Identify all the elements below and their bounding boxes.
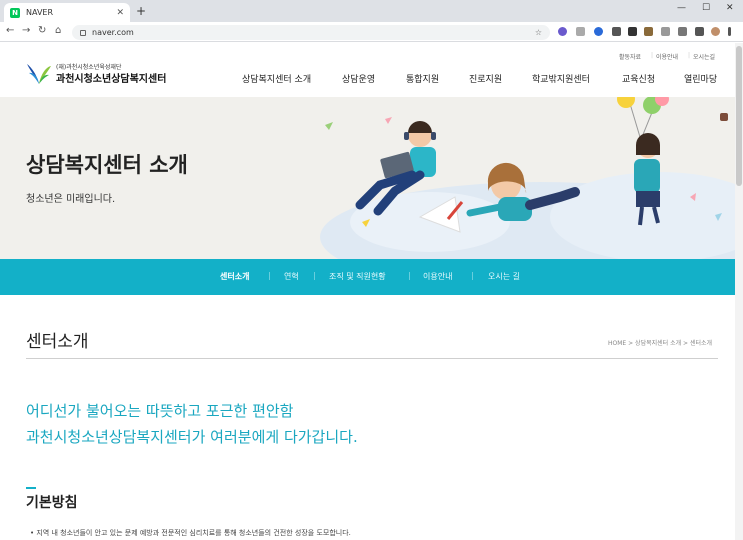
puzzle-extensions-icon[interactable] [695,27,704,36]
browser-tab[interactable]: N NAVER ✕ [4,3,130,22]
subnav-directions[interactable]: 오시는 길 [488,271,520,282]
subnav-center-intro[interactable]: 센터소개 [220,271,249,282]
gnb-education-apply[interactable]: 교육신청 [622,72,655,85]
extension-icon-2[interactable] [576,27,585,36]
util-link-directions[interactable]: 오시는길 [693,52,715,61]
scrollbar-thumb[interactable] [736,46,742,186]
naver-favicon-icon: N [10,7,20,18]
subnav-separator: | [268,271,271,280]
forward-button[interactable]: → [22,25,30,36]
bookmark-star-icon[interactable]: ☆ [535,28,542,37]
lead-text-line1: 어디선가 불어오는 따뜻하고 포근한 편안함 [26,402,294,420]
close-tab-icon[interactable]: ✕ [116,8,124,18]
policy-bullet: • 지역 내 청소년들이 안고 있는 문제 예방과 전문적인 심리치료를 통해 … [30,529,351,537]
address-bar[interactable]: naver.com ☆ [72,25,550,40]
subnav-usage-guide[interactable]: 이용안내 [423,271,452,282]
util-separator: | [688,52,691,59]
extension-icon-3[interactable] [594,27,603,36]
logo-center-name[interactable]: 과천시청소년상담복지센터 [56,70,166,85]
butterfly-logo-icon[interactable] [26,60,52,86]
minimize-button[interactable]: — [677,3,686,13]
url-text: naver.com [92,28,134,37]
lock-icon [80,29,86,36]
extension-icon-5[interactable] [628,27,637,36]
new-tab-button[interactable]: + [136,4,146,18]
subnav-organization[interactable]: 조직 및 직원현황 [329,271,386,282]
util-link-activity[interactable]: 활동자료 [619,52,641,61]
gnb-career-support[interactable]: 진로지원 [469,72,502,85]
profile-avatar[interactable] [711,27,720,36]
gnb-counseling[interactable]: 상담운영 [342,72,375,85]
tab-title: NAVER [26,8,54,17]
title-divider [26,358,718,359]
subnav-separator: | [408,271,411,280]
browser-toolbar: ← → ↻ ⌂ naver.com ☆ [0,22,743,42]
util-separator: | [651,52,654,59]
home-button[interactable]: ⌂ [55,25,61,36]
extension-icon-8[interactable] [678,27,687,36]
breadcrumb[interactable]: HOME > 상담복지센터 소개 > 센터소개 [608,338,712,347]
hero-subtitle: 청소년은 미래입니다. [26,194,116,205]
gnb-integrated-support[interactable]: 통합지원 [406,72,439,85]
extension-icon-1[interactable] [558,27,567,36]
subnav-separator: | [471,271,474,280]
page-title: 센터소개 [26,332,89,352]
gnb-out-of-school-center[interactable]: 학교밖지원센터 [532,72,590,85]
hero-title: 상담복지센터 소개 [26,153,188,177]
extension-icon-7[interactable] [661,27,670,36]
sub-navigation: 센터소개 | 연혁 | 조직 및 직원현황 | 이용안내 | 오시는 길 [0,259,743,295]
back-button[interactable]: ← [6,25,14,36]
menu-kebab-icon[interactable] [728,27,731,36]
window-close-button[interactable]: ✕ [726,3,734,13]
subnav-history[interactable]: 연혁 [284,271,299,282]
extension-icon-6[interactable] [644,27,653,36]
gnb-about[interactable]: 상담복지센터 소개 [242,72,311,85]
lead-text-line2: 과천시청소년상담복지센터가 여러분에게 다가갑니다. [26,428,358,446]
maximize-button[interactable]: ☐ [702,3,710,13]
section-accent-bar [26,487,36,489]
extension-icon-4[interactable] [612,27,621,36]
browser-tab-bar: N NAVER ✕ + — ☐ ✕ [0,0,743,22]
reload-button[interactable]: ↻ [38,25,46,36]
gnb-open-forum[interactable]: 열린마당 [684,72,717,85]
util-link-guide[interactable]: 이용안내 [656,52,678,61]
subnav-separator: | [313,271,316,280]
section-title-basic-policy: 기본방침 [26,495,78,511]
hero-banner: 상담복지센터 소개 청소년은 미래입니다. [0,97,743,259]
